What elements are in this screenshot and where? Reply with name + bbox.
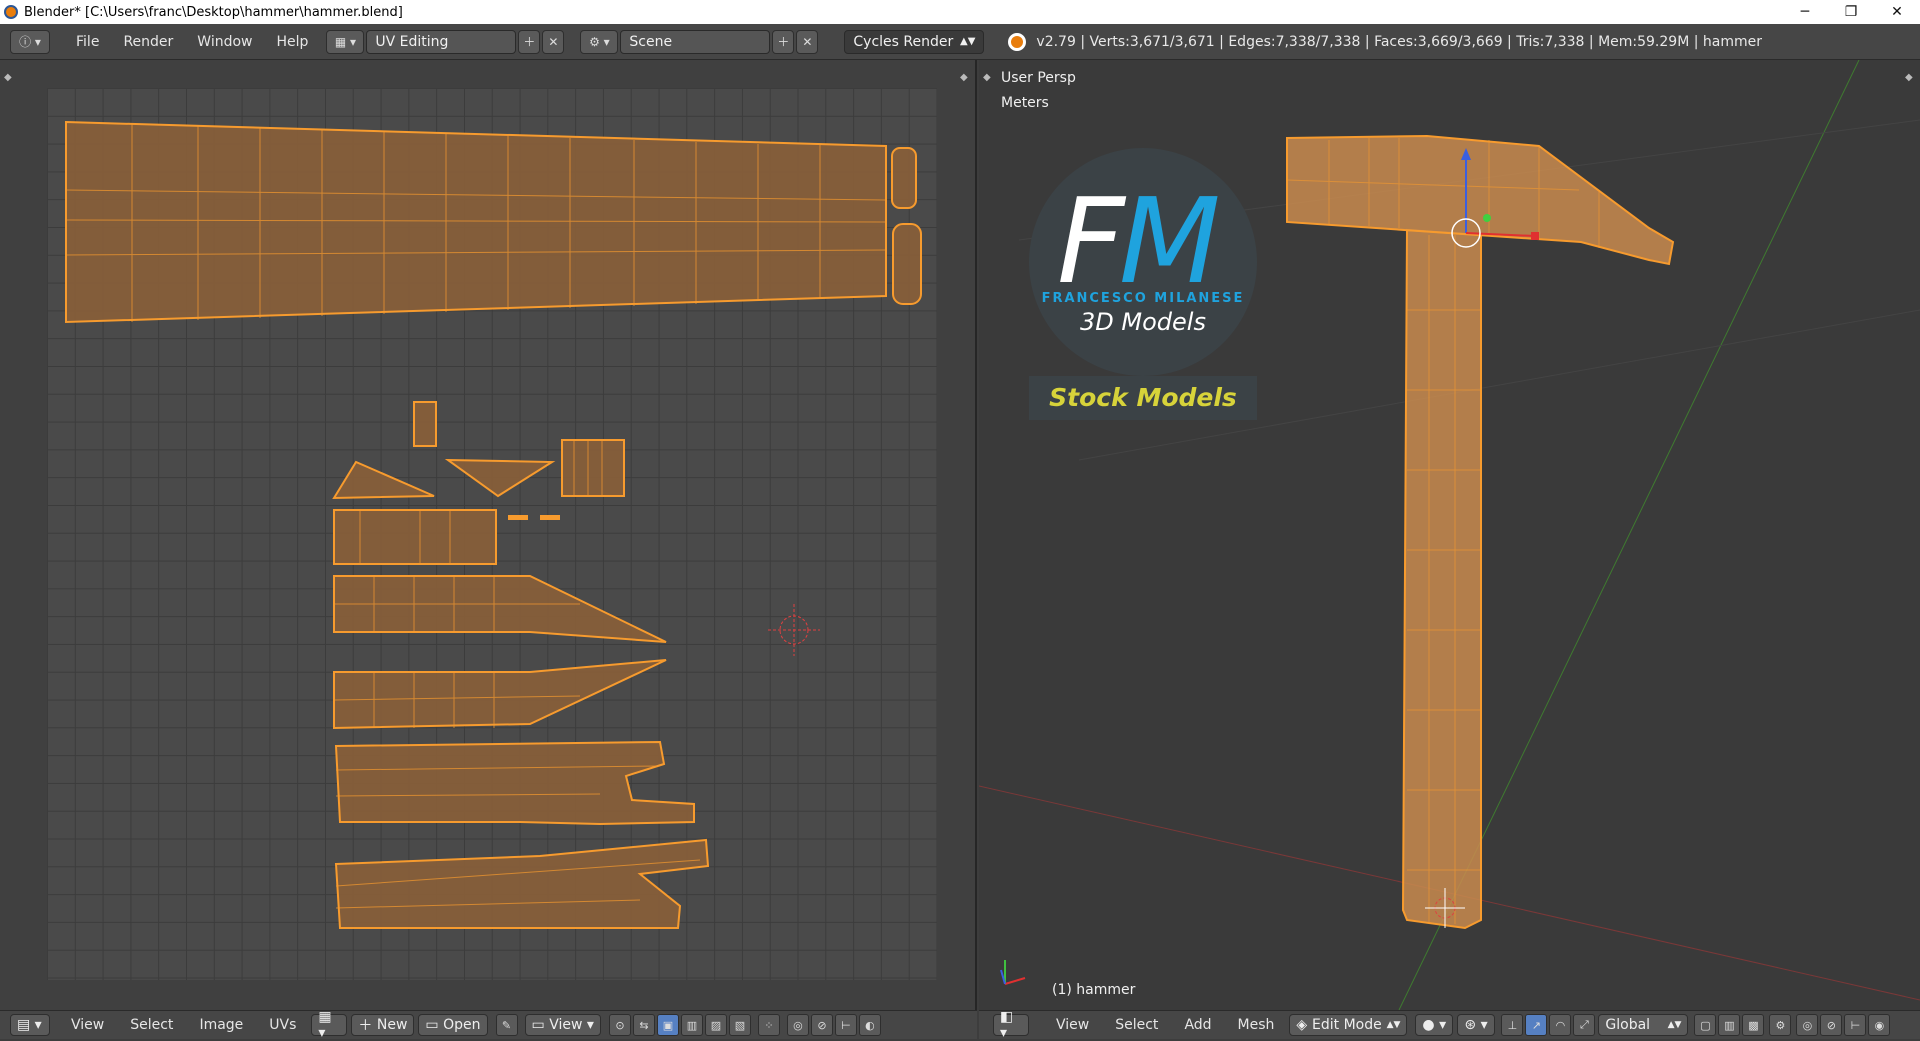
scene-field[interactable]: Scene — [620, 29, 771, 54]
translate-manipulator-icon[interactable]: ↗ — [1525, 1014, 1548, 1036]
uv-island-strip — [333, 509, 497, 565]
vertex-select-mode-icon[interactable]: ▢ — [1694, 1014, 1717, 1036]
screen-layout-icon[interactable]: ▦ ▾ — [326, 29, 365, 54]
add-layout-icon[interactable]: ＋ — [518, 29, 541, 54]
uv-island-head-2 — [333, 659, 667, 730]
uv-image-editor[interactable]: ◆ ◆ — [0, 60, 977, 1010]
3d-menu-view[interactable]: View — [1043, 1017, 1102, 1033]
add-scene-icon[interactable]: ＋ — [772, 29, 795, 54]
3d-menu-select[interactable]: Select — [1102, 1017, 1171, 1033]
region-toggle-right-icon[interactable]: ◆ — [960, 72, 968, 83]
uv-island-claw-1 — [334, 740, 695, 826]
uv-menu-uvs[interactable]: UVs — [256, 1017, 309, 1033]
occlude-geometry-icon[interactable]: ⚙ — [1769, 1014, 1792, 1036]
logo-author: FRANCESCO MILANESE — [1041, 291, 1245, 306]
sticky-mode-icon[interactable]: ⁘ — [757, 1014, 780, 1036]
image-channels-icon[interactable]: ◐ — [858, 1014, 881, 1036]
uv-islands[interactable] — [0, 60, 977, 1010]
snap-icon[interactable]: ⊘ — [810, 1014, 833, 1036]
region-toggle-left-icon[interactable]: ◆ — [4, 72, 12, 83]
uv-island-cap-top — [891, 147, 917, 209]
menu-help[interactable]: Help — [264, 34, 320, 50]
viewport-shading-select[interactable]: ● ▾ — [1415, 1014, 1454, 1036]
view-mode-icon: ▭ — [531, 1017, 550, 1033]
new-image-button[interactable]: ＋ New — [351, 1014, 415, 1036]
2d-cursor-icon[interactable] — [768, 604, 820, 656]
island-select-icon[interactable]: ▧ — [728, 1014, 751, 1036]
3d-view-header: ◧ ▾ View Select Add Mesh ◈ Edit Mode ▲▼ ● … — [979, 1009, 1920, 1041]
uv-editor-header: ▤ ▾ View Select Image UVs ▦ ▾ ＋ New ▭ Op… — [0, 1009, 977, 1041]
blender-icon — [1008, 32, 1027, 51]
edit-mode-icon: ◈ — [1296, 1017, 1308, 1033]
uv-island-tri-2 — [444, 458, 556, 498]
face-select-mode-icon[interactable]: ▩ — [1742, 1014, 1765, 1036]
logo-tagline: 3D Models — [1080, 308, 1206, 336]
editor-type-image-icon[interactable]: ▤ ▾ — [10, 1014, 50, 1036]
3d-menu-mesh[interactable]: Mesh — [1225, 1017, 1288, 1033]
region-toggle-left-icon[interactable]: ◆ — [983, 72, 991, 83]
sync-selection-icon[interactable]: ⇆ — [632, 1014, 655, 1036]
watermark-logo: FM FRANCESCO MILANESE 3D Models Stock Mo… — [1029, 148, 1259, 420]
render-engine-select[interactable]: Cycles Render ▲▼ — [844, 29, 985, 54]
window-title: Blender* [C:\Users\franc\Desktop\hammer\… — [24, 4, 403, 20]
axis-gizmo-icon — [1000, 960, 1026, 985]
window-titlebar: Blender* [C:\Users\franc\Desktop\hammer\… — [0, 0, 1920, 24]
browse-image-icon[interactable]: ▦ ▾ — [311, 1009, 348, 1041]
pivot-point-select[interactable]: ⊛ ▾ — [1457, 1014, 1496, 1036]
uv-island-claw-2 — [334, 838, 710, 929]
manipulator-toggle-icon[interactable]: ⊥ — [1501, 1014, 1524, 1036]
uv-menu-select[interactable]: Select — [117, 1017, 186, 1033]
render-preview-icon[interactable]: ◉ — [1868, 1014, 1891, 1036]
screen-layout-field[interactable]: UV Editing — [366, 29, 517, 54]
3d-viewport[interactable]: User Persp Meters FM FRANCESCO MILANESE … — [979, 60, 1920, 1010]
uv-island-cap-bottom — [892, 223, 922, 305]
proportional-editing-icon[interactable]: ◎ — [1796, 1014, 1819, 1036]
scale-manipulator-icon[interactable]: ⤢ — [1573, 1014, 1596, 1036]
maximize-button[interactable]: ❐ — [1828, 0, 1874, 24]
vertex-select-icon[interactable]: ▣ — [656, 1014, 679, 1036]
hammer-handle — [1401, 228, 1482, 930]
uv-view-mode-select[interactable]: ▭ View ▾ — [524, 1014, 601, 1036]
region-toggle-right-icon[interactable]: ◆ — [1905, 72, 1913, 83]
info-header: ⓘ ▾ File Render Window Help ▦ ▾ UV Editi… — [0, 24, 1920, 60]
active-object-label: (1) hammer — [1052, 982, 1136, 998]
uv-island-small — [413, 401, 437, 447]
mode-select[interactable]: ◈ Edit Mode ▲▼ — [1289, 1014, 1408, 1036]
edge-select-icon[interactable]: ▥ — [680, 1014, 703, 1036]
rotate-manipulator-icon[interactable]: ◠ — [1549, 1014, 1572, 1036]
minimize-button[interactable]: ─ — [1782, 0, 1828, 24]
logo-stock-banner: Stock Models — [1029, 376, 1257, 420]
uv-menu-view[interactable]: View — [58, 1017, 117, 1033]
close-button[interactable]: ✕ — [1874, 0, 1920, 24]
snap-toggle-icon[interactable]: ⊘ — [1820, 1014, 1843, 1036]
face-select-icon[interactable]: ▨ — [704, 1014, 727, 1036]
3d-menu-add[interactable]: Add — [1171, 1017, 1224, 1033]
scene-icon[interactable]: ⚙ ▾ — [580, 29, 619, 54]
editor-type-info-icon[interactable]: ⓘ ▾ — [10, 29, 50, 54]
plus-icon: ＋ — [358, 1018, 377, 1034]
menu-file[interactable]: File — [64, 34, 111, 50]
open-image-button[interactable]: ▭ Open — [418, 1014, 488, 1036]
render-engine-label: Cycles Render — [853, 33, 954, 50]
remove-scene-icon[interactable]: ✕ — [796, 29, 819, 54]
edge-select-mode-icon[interactable]: ▥ — [1718, 1014, 1741, 1036]
logo-monogram: FM — [1057, 172, 1221, 310]
menu-render[interactable]: Render — [111, 34, 185, 50]
blender-logo-icon — [4, 5, 18, 19]
proportional-edit-icon[interactable]: ◎ — [786, 1014, 809, 1036]
pivot-icon[interactable]: ⊙ — [608, 1014, 631, 1036]
editor-type-3d-icon[interactable]: ◧ ▾ — [993, 1009, 1029, 1041]
snap-target-icon[interactable]: ⊢ — [834, 1014, 857, 1036]
uv-island-tri-1 — [332, 460, 435, 500]
transform-orientation-select[interactable]: Global ▲▼ — [1598, 1014, 1689, 1036]
pin-icon[interactable]: ✎ — [495, 1014, 518, 1036]
uv-island-head-1 — [333, 575, 667, 643]
snap-element-icon[interactable]: ⊢ — [1844, 1014, 1867, 1036]
menu-window[interactable]: Window — [185, 34, 264, 50]
folder-icon: ▭ — [425, 1017, 444, 1033]
scene-stats: v2.79 | Verts:3,671/3,671 | Edges:7,338/… — [1036, 33, 1762, 50]
uv-menu-image[interactable]: Image — [186, 1017, 256, 1033]
remove-layout-icon[interactable]: ✕ — [542, 29, 565, 54]
uv-island-block — [561, 439, 625, 497]
